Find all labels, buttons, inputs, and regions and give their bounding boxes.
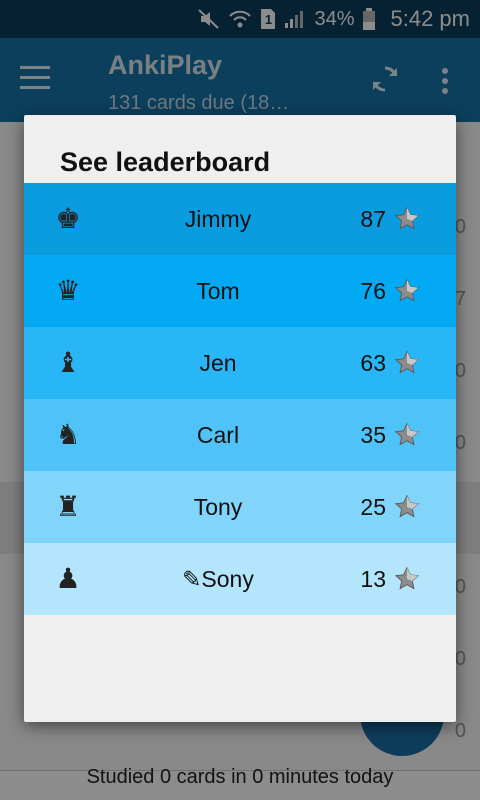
- star-icon: [394, 278, 420, 304]
- player-name: Jimmy: [184, 206, 252, 232]
- player-name: Carl: [196, 422, 240, 448]
- king-icon: ♚: [55, 203, 81, 234]
- star-icon: [394, 422, 420, 448]
- player-name: Jen: [199, 350, 237, 376]
- player-name: Tom: [196, 278, 240, 304]
- queen-icon: ♛: [55, 275, 81, 306]
- player-name: ✎Sony: [182, 566, 254, 592]
- player-name: Tony: [193, 494, 243, 520]
- player-score: 13: [360, 566, 386, 592]
- player-score: 35: [360, 422, 386, 448]
- player-score: 25: [360, 494, 386, 520]
- rook-icon: ♜: [55, 491, 81, 522]
- bishop-icon: ♝: [55, 347, 81, 378]
- player-score: 76: [360, 278, 386, 304]
- star-icon: [394, 566, 420, 592]
- dialog-title: See leaderboard: [60, 147, 271, 177]
- leaderboard-dialog: See leaderboard ♚ Jimmy 87 ♛ Tom 76 ♝ Je…: [24, 115, 456, 722]
- star-icon: [394, 350, 420, 376]
- leaderboard-row[interactable]: ♛ Tom 76: [24, 255, 456, 327]
- leaderboard-row[interactable]: ♜ Tony 25: [24, 471, 456, 543]
- player-score: 63: [360, 350, 386, 376]
- leaderboard-list: ♚ Jimmy 87 ♛ Tom 76 ♝ Jen 63 ♞ Carl 35 ♜…: [24, 183, 456, 615]
- leaderboard-row[interactable]: ♞ Carl 35: [24, 399, 456, 471]
- star-icon: [394, 494, 420, 520]
- knight-icon: ♞: [55, 419, 81, 450]
- player-score: 87: [360, 206, 386, 232]
- pawn-icon: ♟: [55, 563, 81, 594]
- leaderboard-row[interactable]: ♚ Jimmy 87: [24, 183, 456, 255]
- star-icon: [394, 206, 420, 232]
- leaderboard-row[interactable]: ♝ Jen 63: [24, 327, 456, 399]
- leaderboard-row[interactable]: ♟ ✎Sony 13: [24, 543, 456, 615]
